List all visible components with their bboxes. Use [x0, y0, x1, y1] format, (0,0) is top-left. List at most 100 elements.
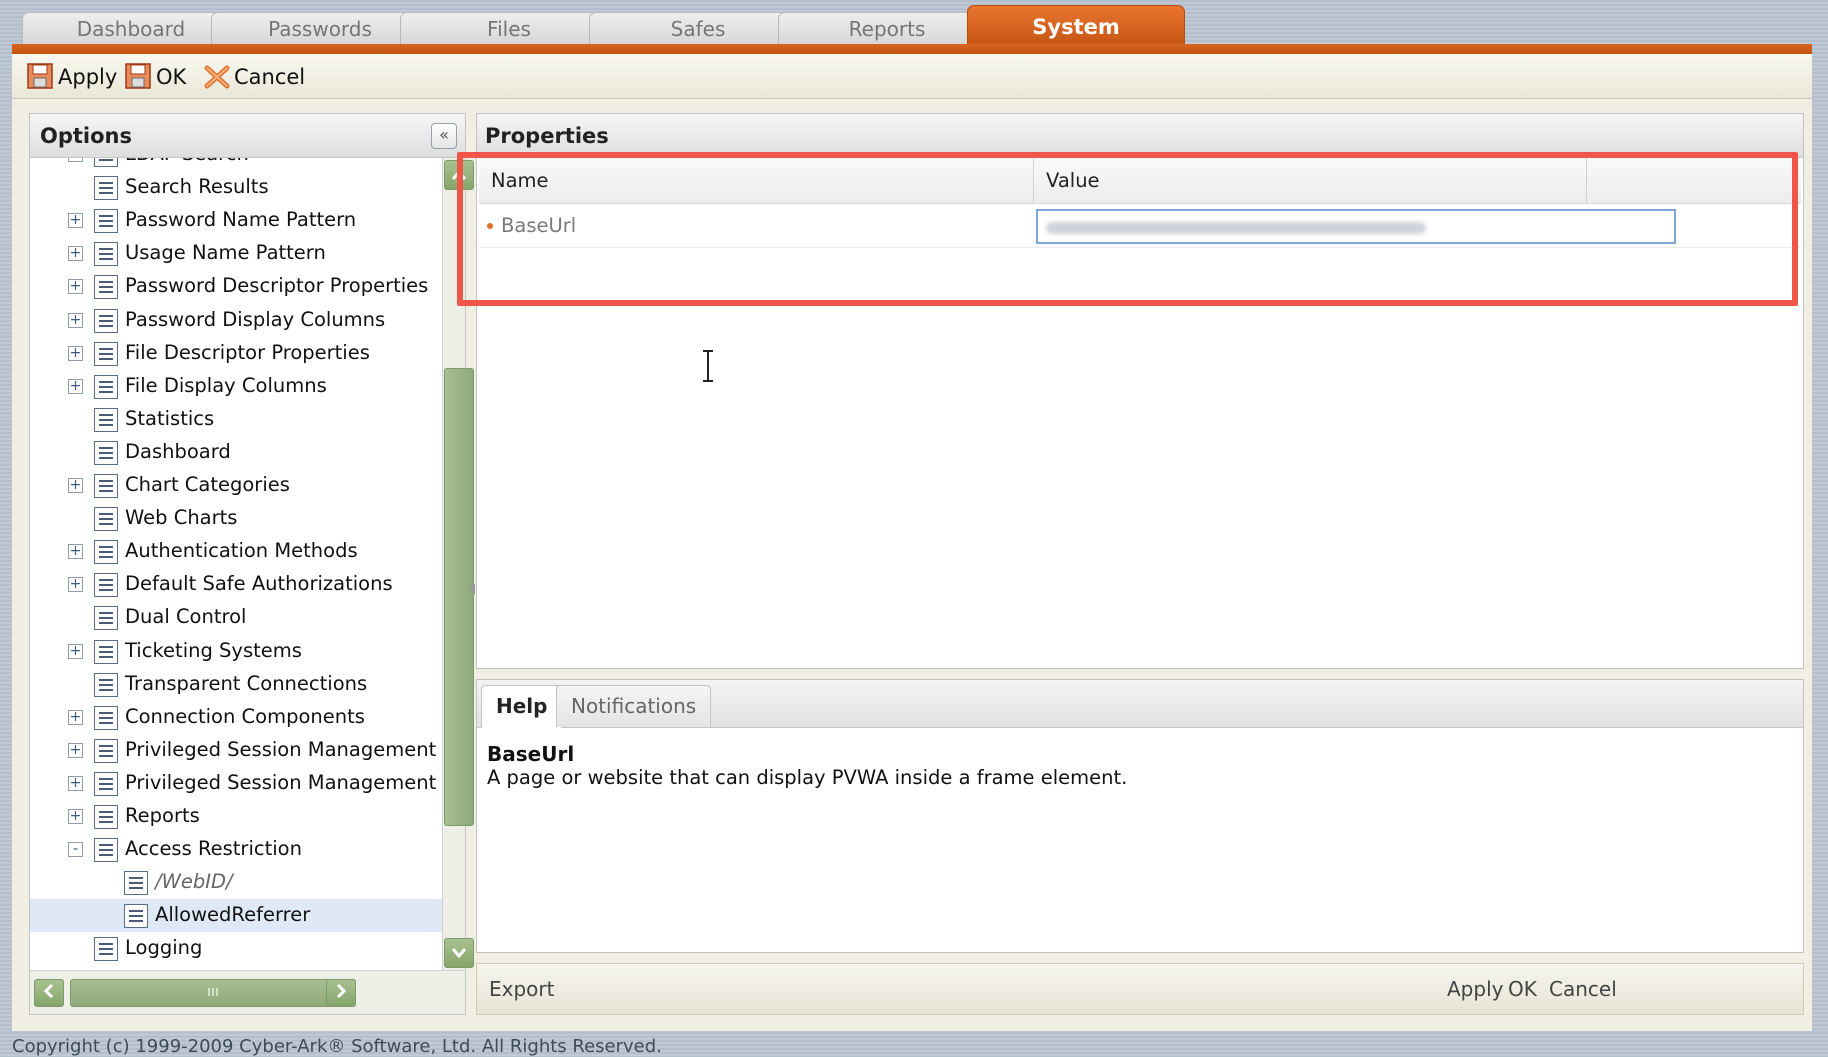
ok-button[interactable]: OK	[124, 60, 186, 94]
tree-item-label: Password Name Pattern	[125, 208, 357, 232]
expand-toggle-icon[interactable]: +	[68, 775, 83, 791]
tree-item[interactable]: + Authentication Methods	[30, 535, 442, 568]
vertical-scrollbar[interactable]	[442, 158, 474, 970]
expand-toggle-icon[interactable]: +	[68, 213, 83, 229]
expand-toggle-icon[interactable]: +	[68, 577, 83, 593]
tree-node-icon	[94, 606, 118, 631]
bottom-apply-button[interactable]: Apply	[1447, 977, 1503, 1001]
scroll-right-button[interactable]	[326, 979, 356, 1007]
tree-item[interactable]: Dashboard	[30, 436, 442, 469]
expand-toggle-icon[interactable]: +	[68, 643, 83, 659]
horizontal-scrollbar[interactable]	[30, 970, 465, 1014]
property-row[interactable]: BaseUrl	[479, 204, 1801, 248]
property-value-input[interactable]	[1036, 209, 1676, 244]
tree-item-label: Password Display Columns	[125, 307, 386, 331]
tree-item[interactable]: Transparent Connections	[30, 668, 442, 701]
options-title: Options	[40, 124, 132, 148]
tree-item[interactable]: Logging	[30, 932, 442, 965]
column-header-value[interactable]: Value	[1034, 158, 1587, 204]
tab-dashboard[interactable]: Dashboard	[22, 12, 240, 46]
properties-grid-header: Name Value	[479, 158, 1801, 204]
expand-toggle-icon[interactable]: +	[68, 345, 83, 361]
tree-item[interactable]: + Usage Name Pattern	[30, 237, 442, 270]
expand-toggle-icon[interactable]: +	[68, 279, 83, 295]
tree-node-icon	[94, 771, 118, 796]
properties-header: Properties	[477, 114, 1803, 158]
column-header-name[interactable]: Name	[479, 158, 1034, 204]
scroll-left-button[interactable]	[34, 979, 64, 1007]
tree-item[interactable]: + Privileged Session Management	[30, 767, 442, 800]
tree-item[interactable]: + Chart Categories	[30, 469, 442, 502]
main-content: Options « + LDAP Search Search Results + Pas…	[12, 99, 1812, 1031]
tree-node-icon	[94, 158, 118, 167]
expand-toggle-icon[interactable]: +	[68, 378, 83, 394]
help-description: A page or website that can display PVWA …	[487, 766, 1128, 789]
tree-item[interactable]: - Access Restriction	[30, 833, 442, 866]
bottom-ok-button[interactable]: OK	[1508, 977, 1537, 1001]
chevron-up-icon	[451, 169, 467, 180]
tree-item-label: Transparent Connections	[125, 671, 368, 695]
double-chevron-left-icon: «	[439, 125, 449, 144]
bottom-cancel-button[interactable]: Cancel	[1549, 977, 1617, 1001]
tree-item[interactable]: + File Descriptor Properties	[30, 337, 442, 370]
tab-safes[interactable]: Safes	[589, 12, 807, 46]
tree-item[interactable]: + Default Safe Authorizations	[30, 568, 442, 601]
tree-item[interactable]: + Reports	[30, 800, 442, 833]
tree-item[interactable]: /WebID/	[30, 866, 442, 899]
collapse-panel-button[interactable]: «	[431, 123, 457, 149]
tree-item[interactable]: Web Charts	[30, 502, 442, 535]
collapse-toggle-icon[interactable]: -	[68, 842, 83, 858]
expand-toggle-icon[interactable]: +	[68, 809, 83, 824]
expand-toggle-icon[interactable]: +	[68, 709, 83, 725]
panel-splitter[interactable]	[468, 113, 476, 1015]
tree-item-label: Authentication Methods	[125, 539, 358, 563]
tree-item[interactable]: AllowedReferrer	[30, 899, 442, 933]
tab-system[interactable]: System	[967, 5, 1185, 47]
tree-item-label: Privileged Session Management	[125, 770, 437, 794]
tree-item[interactable]: + Ticketing Systems	[30, 635, 442, 668]
tab-notifications[interactable]: Notifications	[556, 685, 712, 727]
help-panel: Help Notifications BaseUrl A page or web…	[476, 679, 1804, 953]
tab-passwords[interactable]: Passwords	[211, 12, 429, 46]
tree-node-icon	[94, 374, 118, 399]
tab-reports[interactable]: Reports	[778, 12, 996, 46]
properties-title: Properties	[485, 124, 609, 148]
tree-item[interactable]: Statistics	[30, 403, 442, 436]
horizontal-scroll-thumb[interactable]	[70, 979, 356, 1007]
chevron-left-icon	[43, 983, 54, 999]
tree-item[interactable]: + Password Display Columns	[30, 304, 442, 337]
tree-item[interactable]: + Privileged Session Management I	[30, 734, 442, 767]
modified-bullet-icon	[487, 223, 493, 229]
tree-item-label: Access Restriction	[125, 837, 302, 861]
cancel-button[interactable]: Cancel	[202, 60, 305, 94]
tree-node-icon	[94, 639, 118, 664]
export-button[interactable]: Export	[489, 977, 554, 1001]
tree-item[interactable]: + LDAP Search	[30, 158, 442, 171]
expand-toggle-icon[interactable]: +	[68, 544, 83, 560]
expand-toggle-icon[interactable]: +	[68, 742, 83, 758]
tree-item[interactable]: + File Display Columns	[30, 370, 442, 403]
tree-item-label: Logging	[125, 936, 203, 960]
expand-toggle-icon[interactable]: +	[68, 158, 83, 162]
expand-toggle-icon[interactable]: +	[68, 246, 83, 262]
tab-help[interactable]: Help	[481, 685, 563, 728]
tree-item[interactable]: + Password Name Pattern	[30, 204, 442, 237]
tree-item-label: AllowedReferrer	[155, 903, 311, 927]
tree-item-label: Reports	[125, 804, 200, 827]
tree-item[interactable]: Search Results	[30, 171, 442, 204]
tree-node-icon	[94, 440, 118, 465]
cancel-x-icon	[204, 65, 230, 89]
redacted-value	[1046, 222, 1426, 234]
tree-item[interactable]: Dual Control	[30, 601, 442, 634]
expand-toggle-icon[interactable]: +	[68, 478, 83, 493]
options-tree: + LDAP Search Search Results + Password Name…	[30, 158, 442, 970]
tree-node-icon	[94, 209, 118, 234]
tree-item-label: File Descriptor Properties	[125, 340, 370, 364]
tree-item-label: Privileged Session Management I	[125, 737, 442, 761]
tree-item[interactable]: + Connection Components	[30, 701, 442, 734]
apply-button[interactable]: Apply	[26, 60, 117, 94]
tree-item[interactable]: + Password Descriptor Properties	[30, 270, 442, 303]
options-panel: Options « + LDAP Search Search Results + Pas…	[29, 113, 474, 1015]
expand-toggle-icon[interactable]: +	[68, 312, 83, 328]
tab-files[interactable]: Files	[400, 12, 618, 46]
